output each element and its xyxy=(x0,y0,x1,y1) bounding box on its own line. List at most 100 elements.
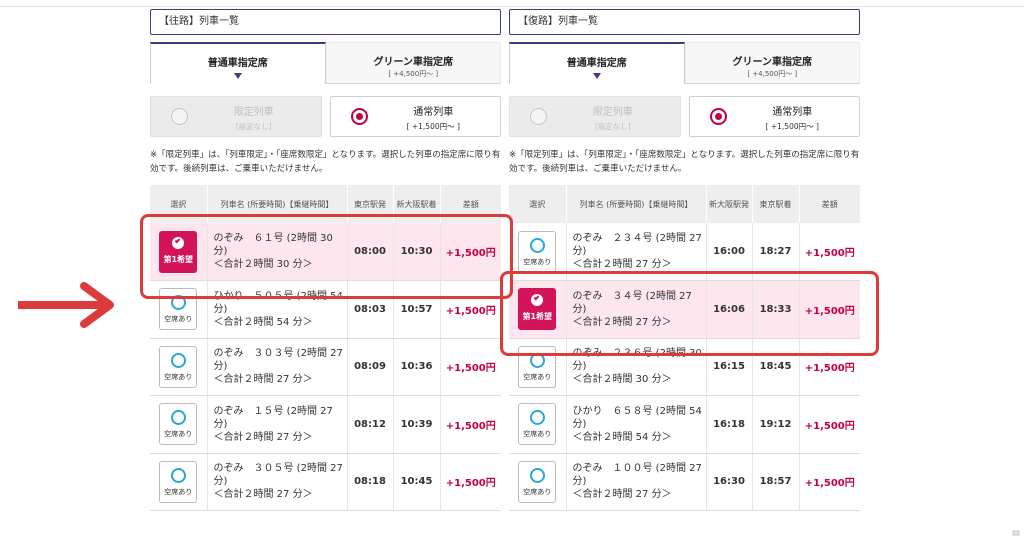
table-row[interactable]: 空席あり ひかり ６５８号 (2時間 54 分) ＜合計２時間 54 分＞ 16:… xyxy=(509,395,860,454)
seat-label: 空席あり xyxy=(523,257,552,266)
seat-available-button[interactable]: 空席あり xyxy=(159,403,198,446)
radio-selected-icon xyxy=(350,108,368,125)
seat-available-button[interactable]: 空席あり xyxy=(518,403,557,446)
table-row[interactable]: 空席あり のぞみ ３０３号 (2時間 27 分) ＜合計２時間 27 分＞ 08:… xyxy=(150,338,501,396)
arrival-time: 10:45 xyxy=(393,453,441,511)
tab-label: グリーン車指定席 xyxy=(373,57,454,68)
train-name: ひかり ６５８号 (2時間 54 分) xyxy=(572,405,702,430)
highlight-box-outbound xyxy=(140,214,513,299)
table-row[interactable]: 空席あり のぞみ ３０５号 (2時間 27 分) ＜合計２時間 27 分＞ 08:… xyxy=(150,453,501,511)
fare-difference: +1,500円 xyxy=(440,453,501,511)
radio-title: 限定列車 xyxy=(592,107,633,118)
radio-sub: [ +1,500円〜 ] xyxy=(765,122,819,131)
radio-sub: [ +1,500円〜 ] xyxy=(406,122,460,131)
seat-available-button[interactable]: 空席あり xyxy=(159,345,198,388)
limited-train-note: ※「限定列車」は、「列車限定」・「座席数限定」となります。選択した列車の指定席に… xyxy=(150,150,501,174)
train-total-time: ＜合計２時間 27 分＞ xyxy=(213,489,313,501)
caret-down-icon xyxy=(233,73,242,79)
departure-time: 16:30 xyxy=(706,453,753,511)
col-train-name: 列車名 (所要時間)【乗継時間】 xyxy=(566,185,707,223)
radio-normal-train[interactable]: 通常列車 [ +1,500円〜 ] xyxy=(329,96,501,137)
departure-time: 08:09 xyxy=(347,338,394,396)
arrival-time: 19:12 xyxy=(752,395,800,454)
circle-icon xyxy=(171,352,187,368)
return-header: 【復路】列車一覧 xyxy=(509,9,860,35)
train-total-time: ＜合計２時間 30 分＞ xyxy=(572,374,672,386)
return-train-type: 限定列車 [設定なし] 通常列車 [ +1,500円〜 ] xyxy=(509,96,860,137)
seat-label: 空席あり xyxy=(164,372,193,381)
seat-label: 空席あり xyxy=(523,430,552,439)
outbound-seat-tabs: 普通車指定席 グリーン車指定席 [ +4,500円〜 ] xyxy=(150,42,501,84)
circle-icon xyxy=(530,237,546,253)
col-fare: 差額 xyxy=(799,185,860,223)
circle-icon xyxy=(530,467,546,483)
tab-surcharge: [ +4,500円〜 ] xyxy=(388,70,439,78)
radio-limited-train: 限定列車 [設定なし] xyxy=(150,96,322,137)
arrival-time: 10:36 xyxy=(393,338,441,396)
train-total-time: ＜合計２時間 27 分＞ xyxy=(572,489,672,501)
highlight-box-return xyxy=(500,271,879,356)
radio-title: 通常列車 xyxy=(413,107,454,118)
departure-time: 08:18 xyxy=(347,453,394,511)
return-seat-tabs: 普通車指定席 グリーン車指定席 [ +4,500円〜 ] xyxy=(509,42,860,84)
departure-time: 08:12 xyxy=(347,395,394,454)
top-divider xyxy=(0,6,1024,7)
radio-normal-train[interactable]: 通常列車 [ +1,500円〜 ] xyxy=(688,96,860,137)
radio-circle-icon xyxy=(530,108,547,125)
radio-selected-icon xyxy=(709,108,727,125)
departure-time: 16:18 xyxy=(706,395,753,454)
seat-label: 空席あり xyxy=(164,487,193,496)
seat-available-button[interactable]: 空席あり xyxy=(518,230,557,273)
seat-available-button[interactable]: 空席あり xyxy=(159,460,198,503)
outbound-train-type: 限定列車 [設定なし] 通常列車 [ +1,500円〜 ] xyxy=(150,96,501,137)
corner-icon xyxy=(1012,530,1020,536)
seat-label: 空席あり xyxy=(164,430,193,439)
table-row[interactable]: 空席あり のぞみ １５号 (2時間 27 分) ＜合計２時間 27 分＞ 08:1… xyxy=(150,395,501,454)
train-total-time: ＜合計２時間 27 分＞ xyxy=(213,431,313,443)
circle-icon xyxy=(171,467,187,483)
tab-label: 普通車指定席 xyxy=(207,58,268,69)
tab-surcharge: [ +4,500円〜 ] xyxy=(747,70,798,78)
circle-icon xyxy=(530,410,546,426)
fare-difference: +1,500円 xyxy=(799,453,860,511)
train-name: のぞみ ２３４号 (2時間 27 分) xyxy=(572,233,702,257)
train-total-time: ＜合計２時間 54 分＞ xyxy=(572,431,672,443)
arrival-time: 18:57 xyxy=(752,453,800,511)
fare-difference: +1,500円 xyxy=(799,395,860,454)
radio-title: 限定列車 xyxy=(233,107,274,118)
table-row[interactable]: 空席あり のぞみ １００号 (2時間 27 分) ＜合計２時間 27 分＞ 16:… xyxy=(509,453,860,511)
train-total-time: ＜合計２時間 54 分＞ xyxy=(213,316,313,328)
radio-sub: [設定なし] xyxy=(594,122,631,131)
red-arrow-icon xyxy=(18,282,114,328)
limited-train-note: ※「限定列車」は、「列車限定」・「座席数限定」となります。選択した列車の指定席に… xyxy=(509,150,860,174)
table-header-row: 選択 列車名 (所要時間)【乗継時間】 新大阪駅発 東京駅着 差額 xyxy=(509,185,860,223)
train-name: のぞみ ３０５号 (2時間 27 分) xyxy=(213,463,343,488)
tab-ordinary-reserved[interactable]: 普通車指定席 xyxy=(509,42,685,84)
col-arrival: 東京駅着 xyxy=(752,185,800,223)
return-panel: 【復路】列車一覧 普通車指定席 グリーン車指定席 [ +4,500円〜 ] 限定… xyxy=(509,9,860,511)
train-name: のぞみ １００号 (2時間 27 分) xyxy=(572,463,702,488)
tab-label: グリーン車指定席 xyxy=(732,57,813,68)
seat-available-button[interactable]: 空席あり xyxy=(518,460,557,503)
fare-difference: +1,500円 xyxy=(440,395,501,454)
train-name: のぞみ ３０３号 (2時間 27 分) xyxy=(213,348,343,373)
radio-limited-train: 限定列車 [設定なし] xyxy=(509,96,681,137)
tab-green-reserved[interactable]: グリーン車指定席 [ +4,500円〜 ] xyxy=(684,42,860,83)
caret-down-icon xyxy=(592,73,601,79)
outbound-header: 【往路】列車一覧 xyxy=(150,9,501,35)
train-name: のぞみ １５号 (2時間 27 分) xyxy=(213,405,333,430)
tab-label: 普通車指定席 xyxy=(566,58,627,69)
circle-icon xyxy=(171,410,187,426)
col-departure: 新大阪駅発 xyxy=(706,185,753,223)
train-total-time: ＜合計２時間 27 分＞ xyxy=(213,374,313,386)
radio-circle-icon xyxy=(171,108,188,125)
tab-ordinary-reserved[interactable]: 普通車指定席 xyxy=(150,42,326,84)
train-total-time: ＜合計２時間 27 分＞ xyxy=(572,259,672,270)
seat-label: 空席あり xyxy=(523,372,552,381)
seat-label: 空席あり xyxy=(523,487,552,496)
radio-title: 通常列車 xyxy=(772,107,813,118)
radio-sub: [設定なし] xyxy=(235,122,272,131)
fare-difference: +1,500円 xyxy=(440,338,501,396)
tab-green-reserved[interactable]: グリーン車指定席 [ +4,500円〜 ] xyxy=(325,42,501,83)
arrival-time: 10:39 xyxy=(393,395,441,454)
